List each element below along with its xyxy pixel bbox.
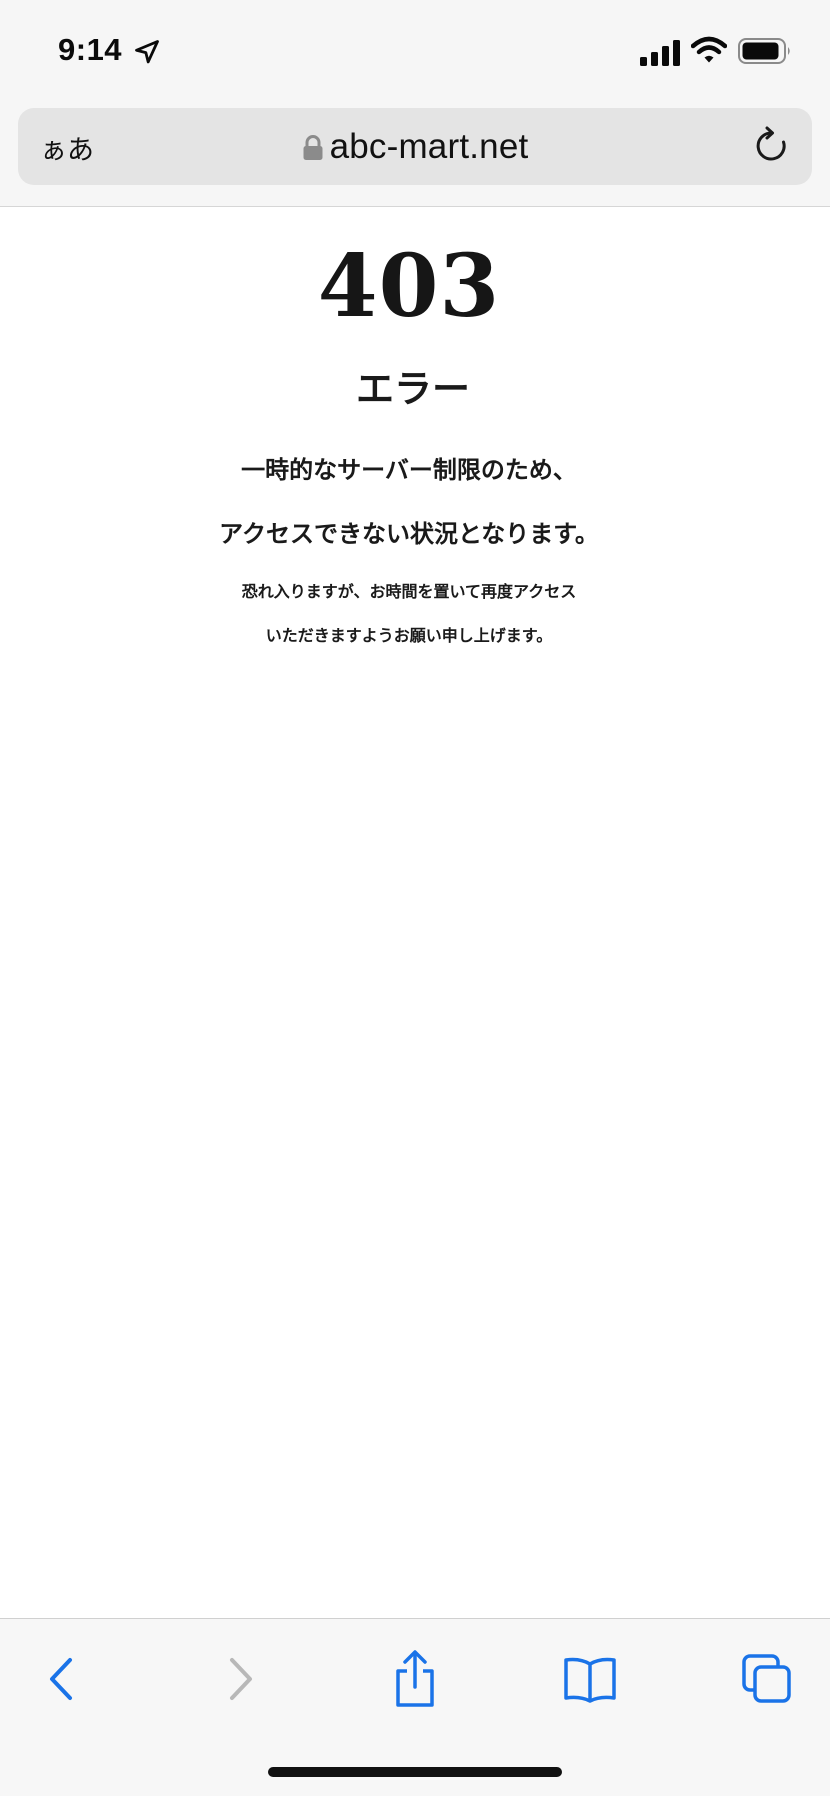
bookmarks-icon — [564, 1657, 616, 1703]
tabs-button[interactable] — [737, 1649, 797, 1709]
reload-icon[interactable] — [750, 125, 792, 167]
share-button[interactable] — [385, 1649, 445, 1709]
apology-line-1: 恐れ入りますが、お時間を置いて再度アクセス — [241, 582, 577, 601]
error-code: 403 — [317, 236, 501, 337]
tabs-icon — [742, 1654, 791, 1703]
share-icon — [396, 1650, 434, 1707]
error-title: エラー — [355, 366, 470, 411]
cellular-signal-icon — [640, 40, 680, 66]
apology-line-2: いただきますようお願い申し上げます。 — [265, 626, 553, 645]
url-text: abc-mart.net — [329, 126, 529, 166]
lock-icon — [303, 134, 323, 160]
forward-button[interactable] — [210, 1649, 270, 1709]
error-message-line-2: アクセスできない状況となります。 — [219, 519, 599, 548]
url-field[interactable]: abc-mart.net — [18, 108, 812, 185]
back-button[interactable] — [32, 1649, 92, 1709]
forward-icon — [230, 1658, 252, 1700]
page-content: 403 エラー 一時的なサーバー制限のため、 アクセスできない状況となります。 … — [0, 208, 830, 1618]
battery-icon — [738, 38, 790, 64]
status-bar: 9:14 — [0, 0, 830, 100]
wifi-icon — [691, 36, 727, 63]
bookmarks-button[interactable] — [560, 1649, 620, 1709]
status-time: 9:14 — [58, 32, 123, 67]
location-arrow-icon — [135, 40, 159, 64]
home-indicator[interactable] — [268, 1767, 562, 1777]
error-message-line-1: 一時的なサーバー制限のため、 — [241, 455, 577, 484]
address-bar-area: ぁあ abc-mart.net — [0, 100, 830, 207]
bottom-toolbar — [0, 1618, 830, 1796]
address-bar[interactable]: ぁあ abc-mart.net — [18, 108, 812, 185]
back-icon — [50, 1658, 72, 1700]
